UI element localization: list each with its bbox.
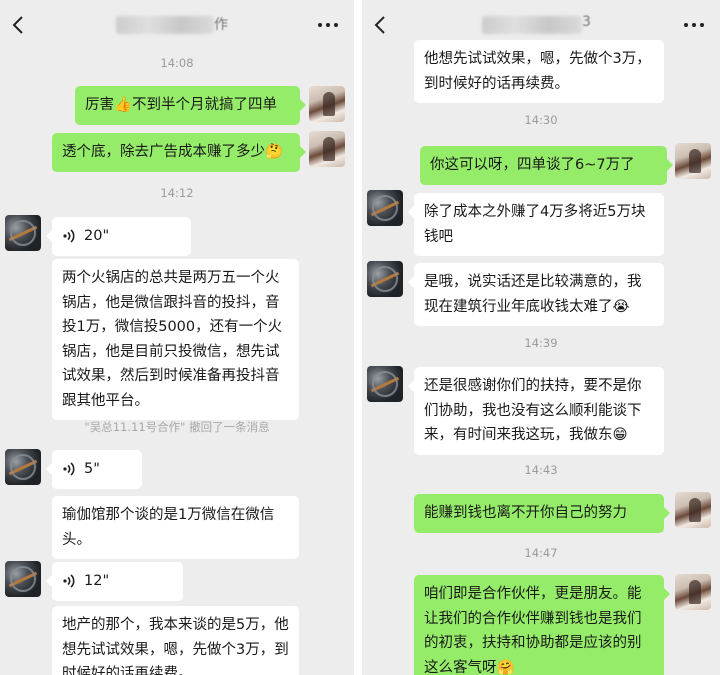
timestamp: 14:47 [524, 546, 558, 560]
voice-wave-icon [62, 228, 76, 244]
avatar[interactable] [5, 215, 41, 251]
message-bubble-received[interactable]: 还是很感谢你们的扶持，要不是你们协助，我也没有这么顺利能谈下来，有时间来我这玩，… [408, 367, 664, 455]
avatar[interactable] [309, 131, 345, 167]
blurred-contact-name [482, 16, 582, 34]
voice-message[interactable]: 20" [46, 217, 191, 256]
message-bubble-received[interactable]: 是哦，说实话还是比较满意的，我现在建筑行业年底收钱太难了😭 [408, 263, 664, 326]
avatar[interactable] [675, 492, 711, 528]
message-bubble-received[interactable]: 地产的那个，我本来谈的是5万，他想先试试效果，嗯，先做个3万，到时候好的话再续费… [52, 606, 299, 675]
timestamp: 14:30 [524, 113, 558, 127]
voice-wave-icon [62, 573, 76, 589]
avatar[interactable] [309, 86, 345, 122]
timestamp: 14:39 [524, 336, 558, 350]
chat-panel-right: 3 他想先试试效果，嗯，先做个3万，到时候好的话再续费。 14:30 你这可以呀… [362, 0, 720, 675]
chevron-left-icon[interactable] [371, 16, 389, 34]
more-icon[interactable] [318, 16, 338, 34]
avatar[interactable] [5, 561, 41, 597]
title-tail: 3 [582, 14, 591, 30]
voice-duration: 20" [84, 228, 110, 244]
timestamp: 14:12 [160, 186, 194, 200]
message-bubble-sent[interactable]: 你这可以呀，四单谈了6~7万了 [420, 146, 673, 185]
voice-message[interactable]: 5" [46, 450, 142, 489]
message-bubble-sent[interactable]: 透个底，除去广告成本赚了多少🤔 [52, 133, 306, 172]
avatar[interactable] [367, 366, 403, 402]
chat-header: 作 [0, 0, 354, 50]
avatar[interactable] [367, 190, 403, 226]
title-tail: 作 [214, 17, 228, 33]
voice-message[interactable]: 12" [46, 562, 183, 601]
message-bubble-sent[interactable]: 能赚到钱也离不开你自己的努力 [414, 494, 670, 533]
avatar[interactable] [675, 143, 711, 179]
voice-duration: 12" [84, 573, 110, 589]
chat-panel-left: 作 14:08 厉害👍不到半个月就搞了四单 透个底，除去广告成本赚了多少🤔 14… [0, 0, 354, 675]
avatar[interactable] [5, 449, 41, 485]
message-bubble-received[interactable]: 瑜伽馆那个谈的是1万微信在微信头。 [52, 496, 299, 559]
timestamp: 14:08 [160, 56, 194, 70]
voice-wave-icon [62, 461, 76, 477]
avatar[interactable] [675, 574, 711, 610]
timestamp: 14:43 [524, 463, 558, 477]
voice-duration: 5" [84, 461, 100, 477]
recall-notice: "吴总11.11号合作" 撤回了一条消息 [84, 420, 270, 434]
message-bubble-sent[interactable]: 厉害👍不到半个月就搞了四单 [75, 86, 306, 125]
blurred-contact-name [116, 16, 214, 34]
chevron-left-icon[interactable] [9, 16, 27, 34]
message-bubble-received[interactable]: 他想先试试效果，嗯，先做个3万，到时候好的话再续费。 [414, 40, 664, 103]
avatar[interactable] [367, 261, 403, 297]
more-icon[interactable] [684, 16, 704, 34]
message-bubble-received[interactable]: 除了成本之外赚了4万多将近5万块钱吧 [408, 193, 664, 256]
message-bubble-sent[interactable]: 咱们即是合作伙伴，更是朋友。能让我们的合作伙伴赚到钱也是我们的初衷，扶持和协助都… [414, 575, 670, 675]
message-bubble-received[interactable]: 两个火锅店的总共是两万五一个火锅店，他是微信跟抖音的投抖，音投1万，微信投500… [52, 259, 299, 420]
